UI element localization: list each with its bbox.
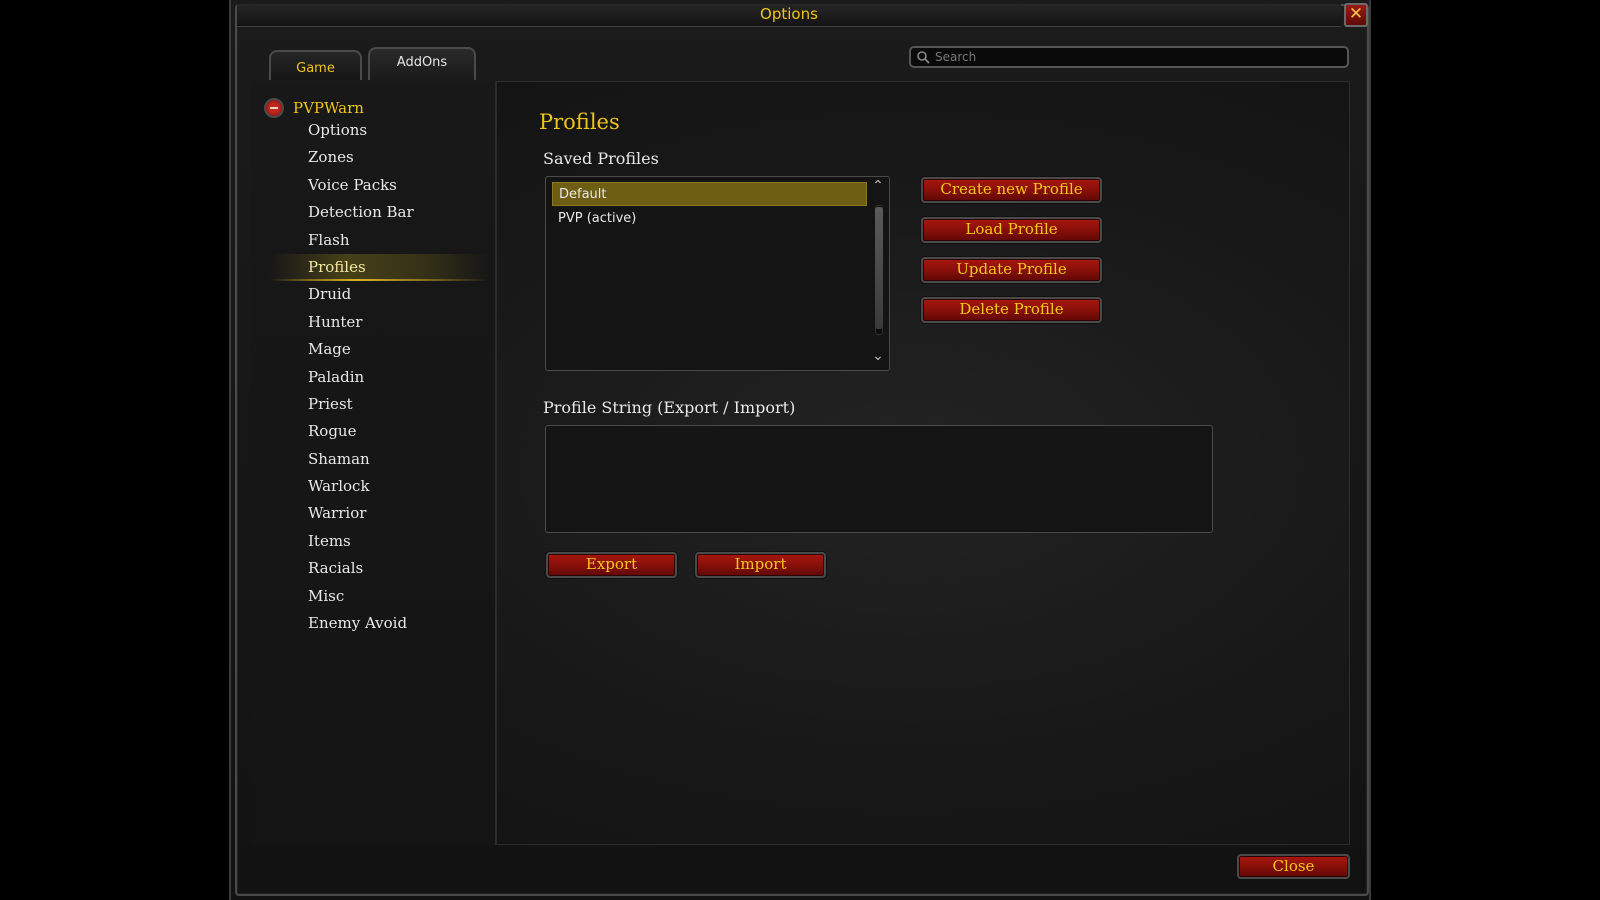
sidebar-item-paladin[interactable]: Paladin bbox=[270, 364, 488, 391]
import-button[interactable]: Import bbox=[695, 552, 826, 578]
sidebar-item-zones[interactable]: Zones bbox=[270, 144, 488, 171]
delete-profile-button[interactable]: Delete Profile bbox=[921, 297, 1102, 323]
export-button[interactable]: Export bbox=[546, 552, 677, 578]
sidebar-item-flash[interactable]: Flash bbox=[270, 227, 488, 254]
tab-game[interactable]: Game bbox=[269, 50, 362, 80]
profile-string-box[interactable] bbox=[545, 425, 1213, 533]
profile-string-input[interactable] bbox=[546, 426, 1212, 532]
create-profile-button[interactable]: Create new Profile bbox=[921, 177, 1102, 203]
footer bbox=[237, 846, 1369, 892]
sidebar-item-priest[interactable]: Priest bbox=[270, 391, 488, 418]
page-title: Profiles bbox=[539, 110, 620, 134]
tab-addons[interactable]: AddOns bbox=[368, 47, 476, 80]
close-icon[interactable]: ✕ bbox=[1344, 3, 1368, 27]
sidebar-item-warrior[interactable]: Warrior bbox=[270, 500, 488, 527]
sidebar-item-items[interactable]: Items bbox=[270, 528, 488, 555]
sidebar-item-hunter[interactable]: Hunter bbox=[270, 309, 488, 336]
saved-profiles-label: Saved Profiles bbox=[543, 149, 659, 168]
close-button[interactable]: Close bbox=[1237, 854, 1350, 879]
sidebar-item-enemy-avoid[interactable]: Enemy Avoid bbox=[270, 610, 488, 637]
profiles-list[interactable]: Default PVP (active) ⌃ ⌄ bbox=[545, 176, 890, 371]
scrollbar-thumb[interactable] bbox=[875, 207, 883, 329]
search-input[interactable] bbox=[935, 48, 1335, 66]
load-profile-button[interactable]: Load Profile bbox=[921, 217, 1102, 243]
search-icon bbox=[917, 51, 930, 64]
sidebar-item-detection-bar[interactable]: Detection Bar bbox=[270, 199, 488, 226]
sidebar-item-profiles[interactable]: Profiles bbox=[270, 253, 488, 282]
update-profile-button[interactable]: Update Profile bbox=[921, 257, 1102, 283]
addon-name[interactable]: PVPWarn bbox=[293, 99, 364, 117]
sidebar-item-mage[interactable]: Mage bbox=[270, 336, 488, 363]
profile-string-label: Profile String (Export / Import) bbox=[543, 398, 796, 417]
sidebar-item-misc[interactable]: Misc bbox=[270, 583, 488, 610]
profile-row-default[interactable]: Default bbox=[552, 182, 867, 206]
sidebar-item-options[interactable]: Options bbox=[270, 117, 488, 144]
sidebar-item-rogue[interactable]: Rogue bbox=[270, 418, 488, 445]
search-box[interactable] bbox=[909, 46, 1349, 68]
profile-row-pvp[interactable]: PVP (active) bbox=[552, 207, 867, 231]
window-title: Options bbox=[760, 5, 818, 23]
scroll-down-icon[interactable]: ⌄ bbox=[869, 349, 887, 363]
sidebar-nav: Options Zones Voice Packs Detection Bar … bbox=[270, 117, 488, 637]
sidebar-item-voice-packs[interactable]: Voice Packs bbox=[270, 172, 488, 199]
sidebar-item-druid[interactable]: Druid bbox=[270, 281, 488, 308]
sidebar-item-shaman[interactable]: Shaman bbox=[270, 446, 488, 473]
scroll-up-icon[interactable]: ⌃ bbox=[869, 179, 887, 193]
collapse-icon[interactable] bbox=[264, 98, 284, 118]
sidebar-item-warlock[interactable]: Warlock bbox=[270, 473, 488, 500]
sidebar-item-racials[interactable]: Racials bbox=[270, 555, 488, 582]
